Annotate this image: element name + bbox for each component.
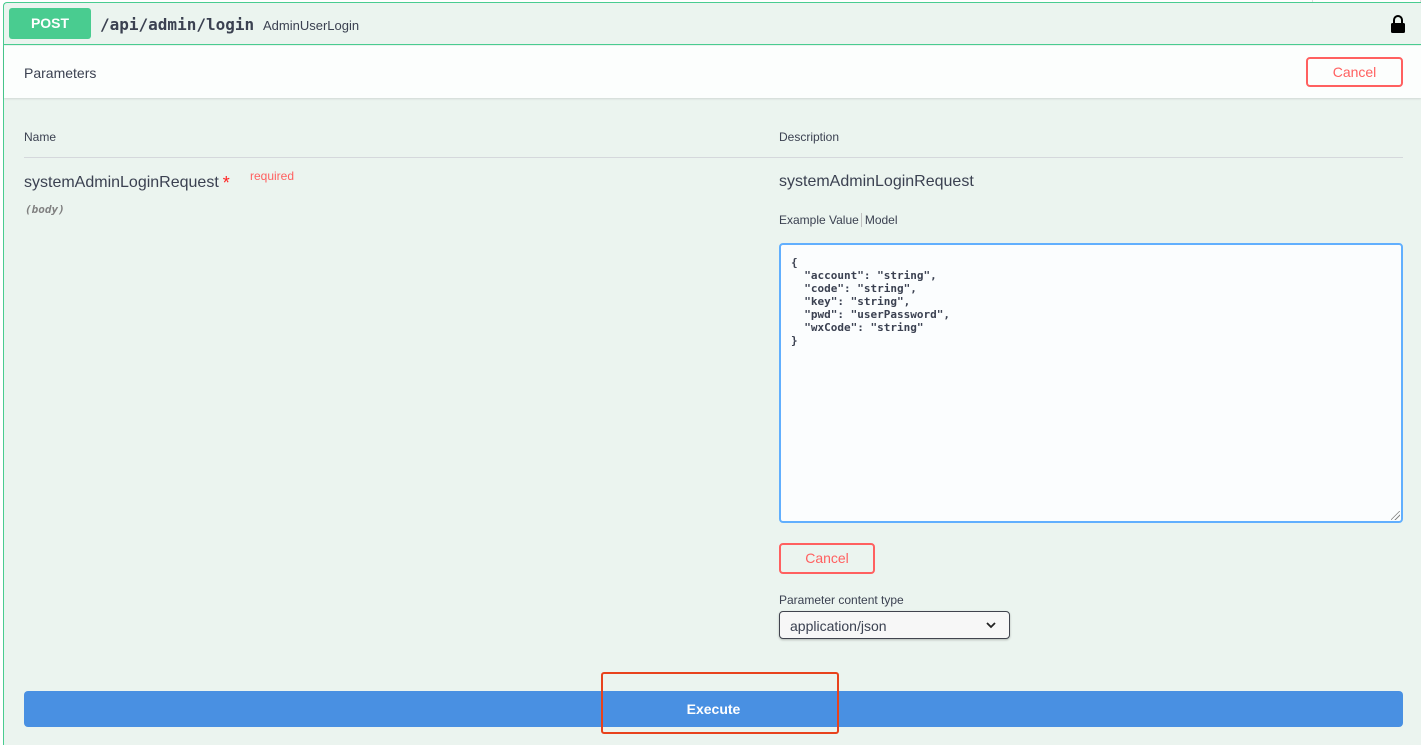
method-badge: POST <box>9 8 91 39</box>
operation-summary-text: AdminUserLogin <box>263 18 360 33</box>
execute-button[interactable]: Execute <box>24 691 1403 727</box>
tab-model[interactable]: Model <box>862 213 898 227</box>
operation-path: /api/admin/login <box>100 15 255 34</box>
lock-icon[interactable] <box>1390 14 1406 34</box>
cancel-try-out-button[interactable]: Cancel <box>1306 57 1403 87</box>
header-divider <box>24 157 1403 158</box>
required-star: * <box>222 173 230 193</box>
column-header-description: Description <box>779 130 840 144</box>
tab-example-value[interactable]: Example Value <box>779 213 862 227</box>
parameters-header: Parameters Cancel <box>4 46 1421 98</box>
column-header-name: Name <box>24 130 57 144</box>
operation-summary[interactable]: POST /api/admin/login AdminUserLogin <box>4 3 1421 45</box>
body-tabs: Example Value Model <box>779 213 898 227</box>
required-label: required <box>250 169 295 183</box>
content-type-select[interactable]: application/json <box>779 611 1010 639</box>
chevron-down-icon <box>986 622 996 629</box>
content-type-value: application/json <box>790 618 887 634</box>
parameter-name: systemAdminLoginRequest * <box>24 171 230 193</box>
parameter-name-text: systemAdminLoginRequest <box>24 174 219 191</box>
parameter-location: (body) <box>25 203 65 216</box>
operation-block-post: POST /api/admin/login AdminUserLogin Par… <box>3 2 1421 745</box>
cancel-body-button[interactable]: Cancel <box>779 543 875 574</box>
parameter-description: systemAdminLoginRequest <box>779 173 974 190</box>
request-body-editor[interactable]: { "account": "string", "code": "string",… <box>779 243 1403 523</box>
content-type-label: Parameter content type <box>779 593 904 607</box>
parameters-title: Parameters <box>24 65 97 81</box>
